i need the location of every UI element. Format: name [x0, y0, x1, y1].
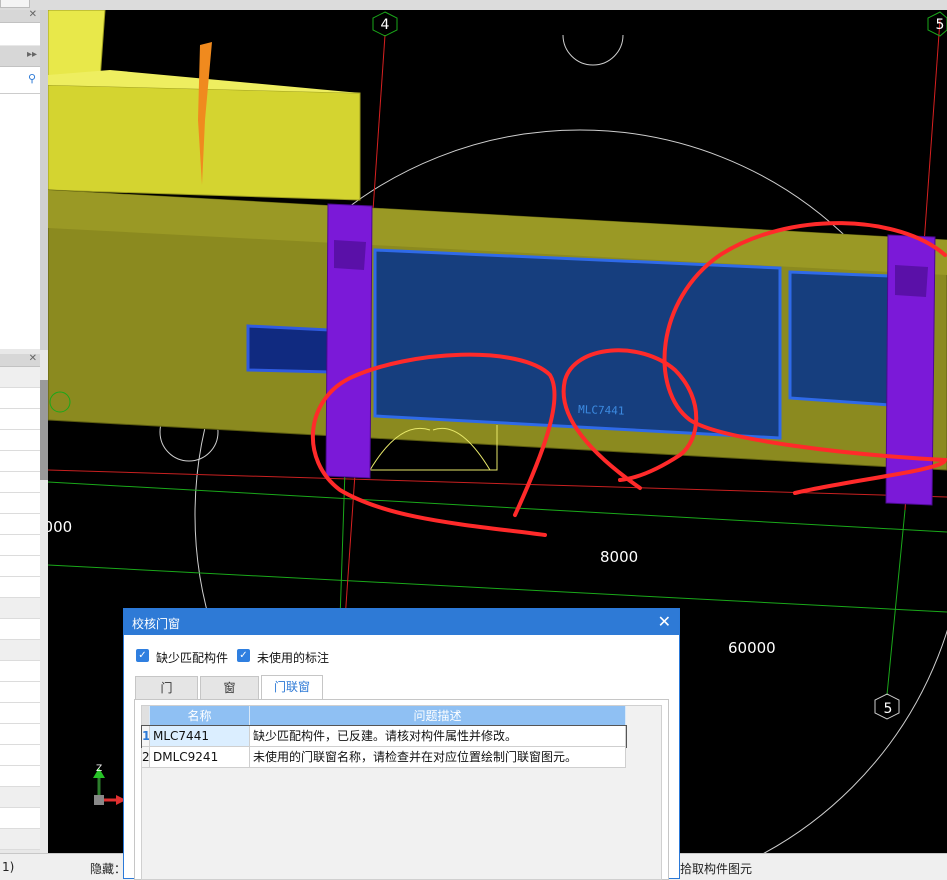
dialog-title-bar[interactable]: 校核门窗 ✕ [124, 609, 679, 635]
property-row[interactable] [0, 367, 40, 388]
row-description[interactable]: 未使用的门联窗名称，请检查并在对应位置绘制门联窗图元。 [250, 747, 626, 768]
status-hidden-label: 隐藏： [90, 862, 127, 876]
window-right[interactable] [788, 270, 892, 407]
small-window[interactable] [246, 324, 332, 374]
property-row[interactable] [0, 598, 40, 619]
expand-icon[interactable]: ▸▸ [27, 49, 37, 60]
checkbox-unused-label: 未使用的标注 [257, 651, 330, 665]
property-row[interactable] [0, 808, 40, 829]
property-row[interactable] [0, 661, 40, 682]
close-icon[interactable]: ✕ [29, 9, 37, 20]
property-row[interactable] [0, 472, 40, 493]
tab-window[interactable]: 窗 [200, 676, 259, 700]
axis-label-5-top: 5 [936, 17, 945, 33]
dimension-total: 60000 [728, 639, 776, 657]
close-icon[interactable]: ✕ [29, 353, 37, 364]
axis-gizmo-label: Z [96, 764, 102, 774]
tab-door-window[interactable]: 门联窗 [261, 675, 323, 700]
column-left-notch [334, 240, 366, 270]
left-panel-scrollbar-top[interactable] [40, 10, 48, 350]
column-header-description[interactable]: 问题描述 [250, 706, 626, 726]
property-row[interactable] [0, 388, 40, 409]
property-row[interactable] [0, 829, 40, 850]
checkbox-missing-label: 缺少匹配构件 [156, 651, 229, 665]
check-doors-windows-dialog[interactable]: 校核门窗 ✕ ✓ 缺少匹配构件 ✓ 未使用的标注 门 窗 门联窗 名称 问题描述… [123, 608, 680, 880]
property-row[interactable] [0, 703, 40, 724]
top-tab-stub[interactable] [0, 0, 30, 8]
property-row[interactable] [0, 745, 40, 766]
status-left-fragment: 1) [2, 860, 15, 874]
dialog-title: 校核门窗 [132, 617, 181, 631]
table-row[interactable]: 1 MLC7441 缺少匹配构件，已反建。请核对构件属性并修改。 [141, 725, 627, 748]
property-row[interactable] [0, 493, 40, 514]
property-row[interactable] [0, 430, 40, 451]
row-index: 2 [142, 747, 150, 768]
row-description[interactable]: 缺少匹配构件，已反建。请核对构件属性并修改。 [250, 726, 626, 747]
property-row[interactable] [0, 556, 40, 577]
property-row[interactable] [0, 766, 40, 787]
checkbox-checked-icon[interactable]: ✓ [237, 649, 250, 662]
axis-label-4: 4 [381, 17, 390, 33]
tab-door[interactable]: 门 [135, 676, 198, 700]
table-row[interactable]: 2 DMLC9241 未使用的门联窗名称，请检查并在对应位置绘制门联窗图元。 [142, 747, 626, 768]
checkbox-missing-match[interactable]: ✓ 缺少匹配构件 [136, 649, 246, 665]
property-row[interactable] [0, 451, 40, 472]
property-row[interactable] [0, 514, 40, 535]
row-index: 1 [142, 726, 150, 747]
axis-line [48, 564, 947, 613]
row-name[interactable]: DMLC9241 [150, 747, 250, 768]
orbit-top-handle [562, 34, 624, 66]
property-row[interactable] [0, 619, 40, 640]
property-row[interactable] [0, 724, 40, 745]
axis-line [48, 469, 947, 498]
checkbox-checked-icon[interactable]: ✓ [136, 649, 149, 662]
search-icon[interactable]: ⚲ [28, 72, 36, 85]
status-pick-hint: 拾取构件图元 [680, 862, 753, 876]
close-icon[interactable]: ✕ [658, 612, 671, 631]
property-row[interactable] [0, 640, 40, 661]
property-row[interactable] [0, 577, 40, 598]
axis-label-5: 5 [884, 701, 893, 717]
left-panel-header-bottom: ✕ [0, 353, 40, 367]
property-row[interactable] [0, 682, 40, 703]
property-row[interactable] [0, 409, 40, 430]
table-corner [142, 706, 150, 726]
axis-gizmo-origin [94, 795, 104, 805]
column-right-notch [895, 265, 928, 297]
property-row[interactable] [0, 535, 40, 556]
checkbox-unused-annotation[interactable]: ✓ 未使用的标注 [237, 649, 347, 665]
issues-table[interactable]: 名称 问题描述 1 MLC7441 缺少匹配构件，已反建。请核对构件属性并修改。… [141, 705, 662, 880]
axis-line [886, 509, 906, 696]
property-row[interactable] [0, 787, 40, 808]
dimension-center: 8000 [600, 548, 638, 566]
left-panel-search-bar: ▸▸ [0, 46, 40, 67]
left-panel-toolbar [0, 23, 41, 45]
left-panel: ✕ ▸▸ ⚲ ✕ [0, 9, 48, 853]
row-name[interactable]: MLC7441 [150, 726, 250, 747]
left-panel-tree[interactable] [0, 94, 41, 349]
component-tag: MLC7441 [578, 403, 625, 418]
left-panel-search-input[interactable]: ⚲ [0, 67, 41, 94]
left-panel-header-top: ✕ [0, 9, 40, 23]
left-panel-scrollbar-thumb[interactable] [40, 380, 48, 480]
dimension-left: 8000 [48, 518, 72, 536]
column-header-name[interactable]: 名称 [150, 706, 250, 726]
